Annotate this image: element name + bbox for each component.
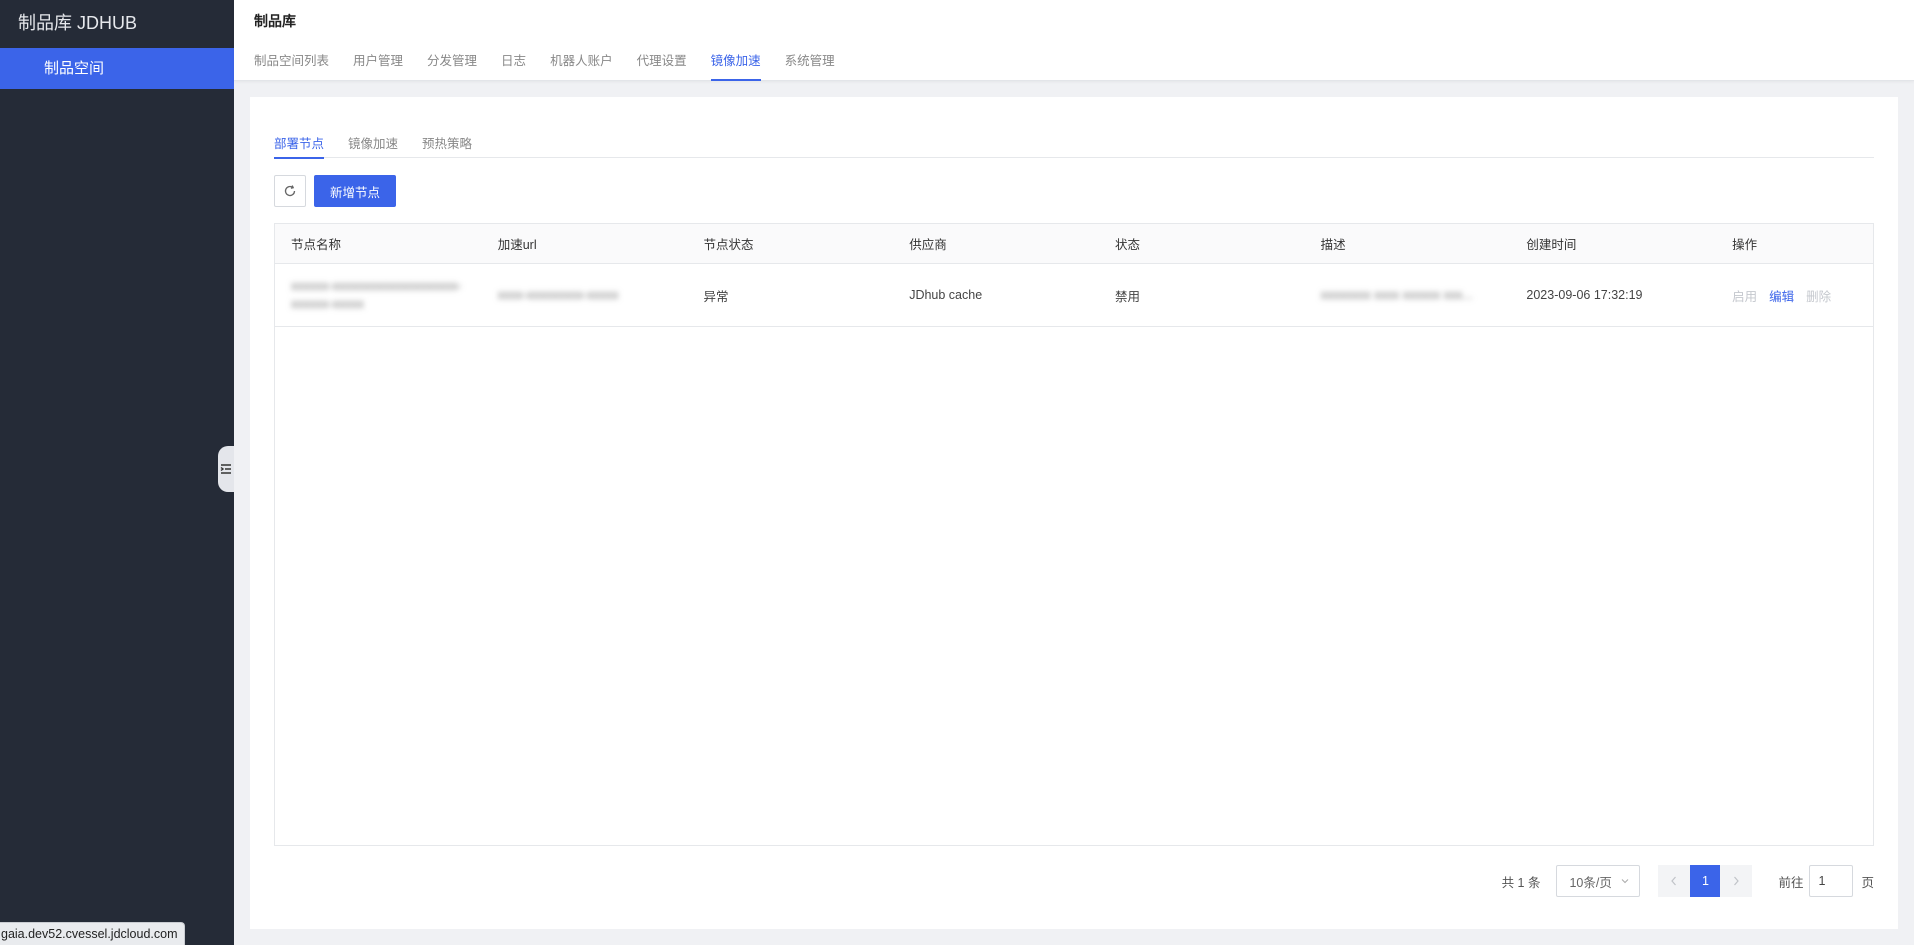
goto-label: 前往: [1778, 875, 1804, 890]
page-title: 制品库: [254, 13, 296, 29]
refresh-button[interactable]: [274, 175, 306, 207]
next-page-button[interactable]: [1720, 865, 1753, 897]
node-provider: JDhub cache: [909, 288, 983, 302]
page-number-current[interactable]: 1: [1690, 865, 1721, 897]
node-name: xxxxxx-xxxxxxxxxxxxxxxxxxxx-xxxxxx-xxxxx: [291, 279, 462, 311]
app-brand: 制品库 JDHUB: [18, 13, 138, 33]
status-bar-url: gaia.dev52.cvessel.jdcloud.com: [0, 922, 185, 945]
col-provider: 供应商: [909, 238, 947, 252]
row-actions: 启用 编辑 删除: [1716, 286, 1873, 305]
chevron-left-icon: [1671, 876, 1677, 886]
edit-link[interactable]: 编辑: [1769, 286, 1794, 305]
tab-proxy-settings[interactable]: 代理设置: [637, 50, 687, 81]
col-description: 描述: [1320, 238, 1346, 252]
tab-user-management[interactable]: 用户管理: [353, 50, 403, 81]
toolbar: 新增节点: [274, 175, 397, 207]
subtab-deploy-nodes[interactable]: 部署节点: [274, 133, 325, 159]
sidebar: 制品库 JDHUB 制品空间: [0, 0, 234, 945]
tab-robot-accounts[interactable]: 机器人账户: [550, 50, 613, 81]
add-node-button[interactable]: 新增节点: [314, 175, 397, 207]
tab-system-management[interactable]: 系统管理: [785, 50, 835, 81]
delete-link[interactable]: 删除: [1806, 286, 1831, 305]
table-header: 节点名称 加速url 节点状态 供应商 状态 描述 创建时间 操作: [275, 224, 1873, 264]
tab-logs[interactable]: 日志: [501, 50, 526, 81]
pagination-total: 共 1 条: [1501, 875, 1541, 890]
node-enabled-status: 禁用: [1114, 289, 1140, 304]
col-created-time: 创建时间: [1526, 238, 1577, 252]
page-size-select[interactable]: 10条/页: [1556, 865, 1641, 897]
col-actions: 操作: [1732, 238, 1758, 252]
tab-image-acceleration[interactable]: 镜像加速: [710, 50, 761, 81]
node-description: xxxxxxxx xxxx xxxxxx xxx...: [1320, 288, 1473, 302]
subtab-preheat-policy[interactable]: 预热策略: [422, 133, 472, 158]
node-created-time: 2023-09-06 17:32:19: [1526, 288, 1643, 302]
top-tabs: 制品空间列表 用户管理 分发管理 日志 机器人账户 代理设置 镜像加速 系统管理: [254, 50, 859, 81]
tab-artifact-space-list[interactable]: 制品空间列表: [254, 50, 329, 81]
col-node-status: 节点状态: [703, 238, 754, 252]
goto-unit: 页: [1861, 875, 1874, 890]
sidebar-item-artifact-space[interactable]: 制品空间: [0, 48, 234, 89]
refresh-icon: [284, 185, 296, 197]
collapse-menu-icon: [220, 464, 231, 474]
tab-distribution-management[interactable]: 分发管理: [427, 50, 477, 81]
node-url: xxxx-xxxxxxxxx-xxxxx: [497, 288, 619, 302]
subtab-image-acceleration[interactable]: 镜像加速: [348, 133, 398, 158]
enable-link[interactable]: 启用: [1732, 286, 1757, 305]
col-node-name: 节点名称: [291, 238, 342, 252]
chevron-right-icon: [1734, 876, 1740, 886]
nodes-table: 节点名称 加速url 节点状态 供应商 状态 描述 创建时间 操作 xxxxxx…: [274, 223, 1874, 846]
sidebar-collapse-toggle[interactable]: [218, 446, 234, 492]
page-size-value: 10条/页: [1569, 875, 1612, 890]
goto-page-input[interactable]: [1809, 865, 1854, 897]
pagination: 共 1 条 10条/页 1 前往 页: [1502, 865, 1874, 897]
chevron-down-icon: [1622, 879, 1629, 884]
sub-tabs: 部署节点 镜像加速 预热策略: [274, 133, 1874, 159]
col-status: 状态: [1114, 238, 1140, 252]
col-accel-url: 加速url: [497, 238, 537, 252]
table-row: xxxxxx-xxxxxxxxxxxxxxxxxxxx-xxxxxx-xxxxx…: [275, 264, 1873, 327]
node-status: 异常: [703, 289, 729, 304]
prev-page-button[interactable]: [1658, 865, 1691, 897]
page-header: 制品库 制品空间列表 用户管理 分发管理 日志 机器人账户 代理设置 镜像加速 …: [234, 0, 1914, 81]
content-card: 部署节点 镜像加速 预热策略 新增节点 节点名称 加速url 节点状态 供应商 …: [250, 97, 1898, 929]
